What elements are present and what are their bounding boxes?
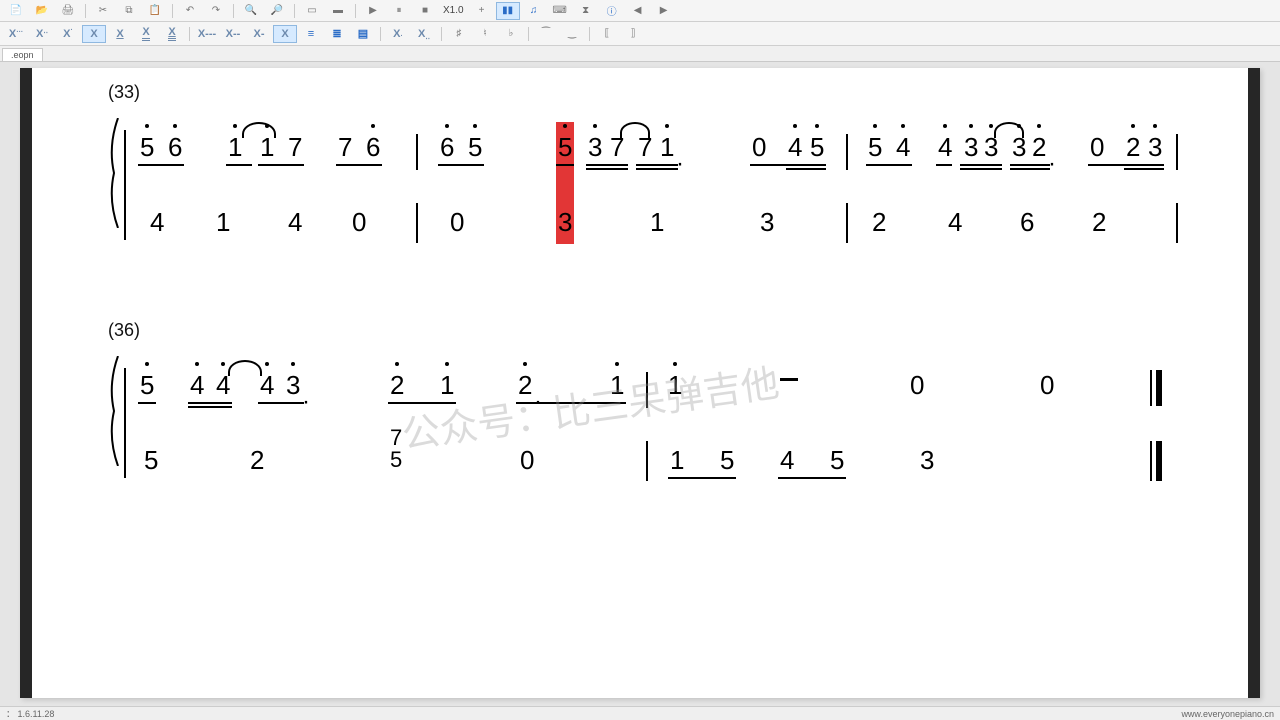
system-33-lower: 4 1 4 0 0 3 1 3 2 4 6 2 [120, 195, 1200, 255]
duration-3[interactable]: X· [56, 25, 80, 43]
separator [189, 27, 190, 41]
fit-page-button[interactable]: ▭ [300, 2, 324, 20]
x-dot-button[interactable]: X· [386, 25, 410, 43]
x-dotdot-button[interactable]: X‥ [412, 25, 436, 43]
separator [528, 27, 529, 41]
brace-icon [106, 118, 120, 228]
toolbar-note-values: X… X‥ X· X X X X X--- X-- X- X ≡ ≣ ▤ X· … [0, 22, 1280, 46]
tie-button[interactable]: ⁀ [534, 25, 558, 43]
dotted-3[interactable]: X- [247, 25, 271, 43]
dotted-6[interactable]: ≣ [325, 25, 349, 43]
page-edge-right [1248, 68, 1260, 698]
brace-icon [106, 356, 120, 466]
pause-button[interactable]: ⏸ [387, 2, 411, 20]
dotted-2[interactable]: X-- [221, 25, 245, 43]
document-tabs: .eopn [0, 46, 1280, 62]
zoom-out-button[interactable]: 🔍 [239, 2, 263, 20]
copy-button[interactable]: ⧉ [117, 2, 141, 20]
system-33-upper: 5 6 1 1 7 7 6 6 5 5 3 7 [120, 120, 1200, 180]
paste-button[interactable]: 📋 [143, 2, 167, 20]
status-version: ： 1.6.11.28 [6, 707, 54, 720]
zoom-plus-button[interactable]: + [470, 2, 494, 20]
duration-2[interactable]: X‥ [30, 25, 54, 43]
redo-button[interactable]: ↷ [204, 2, 228, 20]
sharp-button[interactable]: ♯ [447, 25, 471, 43]
separator [172, 4, 173, 18]
page-edge-left [20, 68, 32, 698]
system-36: 5 4 4 4 3 · 2 1 2 · 1 1 [120, 338, 1200, 488]
system-36-lower: 5 2 75 0 1 5 4 5 3 [120, 433, 1200, 493]
duration-6[interactable]: X [134, 25, 158, 43]
status-url: www.everyonepiano.cn [1181, 709, 1274, 719]
zoom-label: X1.0 [439, 5, 468, 16]
toggle-staff-button[interactable]: ♫ [522, 2, 546, 20]
metronome-button[interactable]: ⧗ [574, 2, 598, 20]
flat-button[interactable]: ♭ [499, 25, 523, 43]
stop-button[interactable]: ■ [413, 2, 437, 20]
fit-width-button[interactable]: ▬ [326, 2, 350, 20]
separator [355, 4, 356, 18]
duration-7[interactable]: X [160, 25, 184, 43]
duration-1[interactable]: X… [4, 25, 28, 43]
duration-4[interactable]: X [82, 25, 106, 43]
natural-button[interactable]: ♮ [473, 25, 497, 43]
repeat-end-button[interactable]: ⟧ [621, 25, 645, 43]
system-33: 5 6 1 1 7 7 6 6 5 5 3 7 [120, 100, 1200, 250]
separator [294, 4, 295, 18]
print-button[interactable]: 🖨 [56, 2, 80, 20]
repeat-start-button[interactable]: ⟦ [595, 25, 619, 43]
cut-button[interactable]: ✂ [91, 2, 115, 20]
nav-next-button[interactable]: ▶ [652, 2, 676, 20]
separator [233, 4, 234, 18]
separator [441, 27, 442, 41]
open-button[interactable]: 📂 [30, 2, 54, 20]
help-button[interactable]: ⓘ [600, 2, 624, 20]
zoom-in-button[interactable]: 🔎 [265, 2, 289, 20]
keyboard-button[interactable]: ⌨ [548, 2, 572, 20]
dotted-4[interactable]: X [273, 25, 297, 43]
tab-active[interactable]: .eopn [2, 48, 43, 61]
status-bar: ： 1.6.11.28 www.everyonepiano.cn [0, 706, 1280, 720]
dotted-5[interactable]: ≡ [299, 25, 323, 43]
system-36-upper: 5 4 4 4 3 · 2 1 2 · 1 1 [120, 358, 1200, 418]
score-page[interactable]: (33) 5 6 1 1 7 7 6 [20, 68, 1260, 698]
duration-5[interactable]: X [108, 25, 132, 43]
play-button[interactable]: ▶ [361, 2, 385, 20]
undo-button[interactable]: ↶ [178, 2, 202, 20]
dotted-7[interactable]: ▤ [351, 25, 375, 43]
toggle-jianpu-button[interactable]: ▮▮ [496, 2, 520, 20]
new-button[interactable]: 📄 [4, 2, 28, 20]
separator [589, 27, 590, 41]
dotted-1[interactable]: X--- [195, 25, 219, 43]
separator [380, 27, 381, 41]
toolbar-main: 📄 📂 🖨 ✂ ⧉ 📋 ↶ ↷ 🔍 🔎 ▭ ▬ ▶ ⏸ ■ X1.0 + ▮▮ … [0, 0, 1280, 22]
workspace: (33) 5 6 1 1 7 7 6 [0, 62, 1280, 704]
nav-prev-button[interactable]: ◀ [626, 2, 650, 20]
separator [85, 4, 86, 18]
slur-button[interactable]: ‿ [560, 25, 584, 43]
